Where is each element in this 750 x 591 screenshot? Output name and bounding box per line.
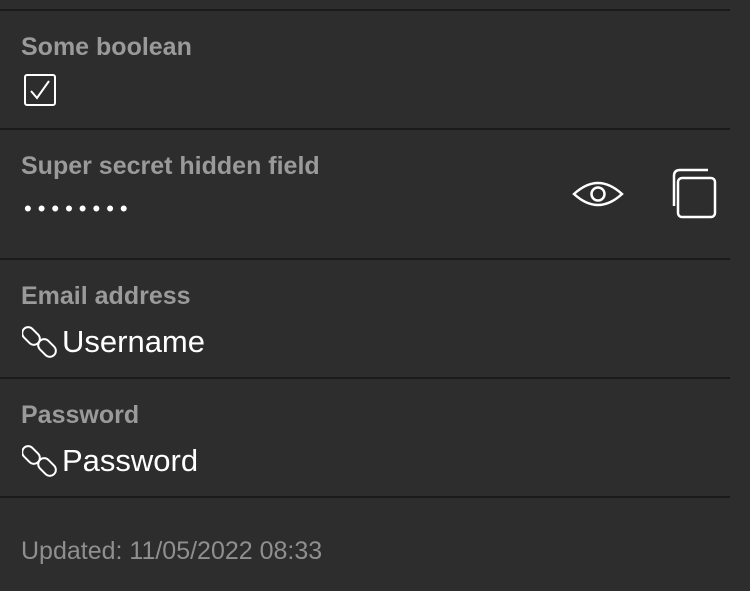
- copy-icon[interactable]: [666, 168, 718, 220]
- divider-boolean: [0, 128, 730, 130]
- updated-timestamp: Updated: 11/05/2022 08:33: [21, 537, 323, 565]
- link-icon: [22, 326, 57, 358]
- checkmark-icon: [30, 80, 50, 100]
- password-field-value: Password: [62, 443, 199, 478]
- hidden-field-value: ••••••••: [24, 196, 134, 221]
- divider-hidden: [0, 258, 730, 260]
- divider-password: [0, 496, 730, 498]
- password-field-label: Password: [21, 401, 140, 429]
- boolean-checkbox[interactable]: [24, 74, 56, 106]
- password-field-row[interactable]: Password: [22, 442, 198, 480]
- divider-email: [0, 377, 730, 379]
- email-field-row[interactable]: Username: [22, 323, 205, 361]
- email-field-value: Username: [62, 324, 205, 359]
- hidden-field-label: Super secret hidden field: [21, 152, 320, 180]
- eye-icon[interactable]: [572, 178, 624, 210]
- boolean-field-label: Some boolean: [21, 33, 192, 61]
- email-field-label: Email address: [21, 282, 191, 310]
- link-icon: [22, 445, 57, 477]
- divider-top: [0, 9, 730, 11]
